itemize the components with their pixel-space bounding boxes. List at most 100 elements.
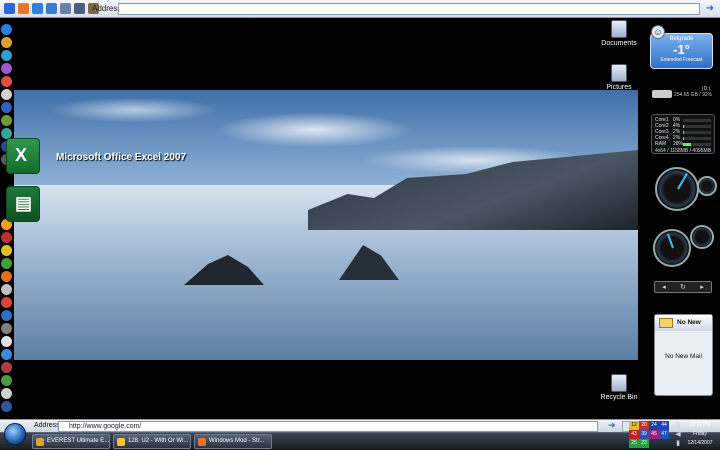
cpu-row: RAM 28% [655, 141, 711, 147]
cpu-row-meter [683, 142, 711, 146]
taskbar-button-label: EVEREST Ultimate E... [47, 438, 110, 444]
dock-app-icon[interactable] [1, 271, 12, 282]
drive-gadget[interactable]: (D:) 254.65 GB / 92% [650, 86, 714, 102]
cpu-row-meter [683, 136, 711, 140]
next-icon[interactable]: ▸ [700, 283, 704, 291]
dock-app-icon[interactable] [1, 245, 12, 256]
tray-cell: 39 [639, 430, 649, 439]
window-icon[interactable] [74, 3, 85, 14]
dock-app-icon[interactable] [1, 102, 12, 113]
cpu-row-meter [683, 130, 711, 134]
refresh-icon[interactable]: ↻ [680, 283, 686, 291]
desktop-icon-label: Pictures [606, 84, 632, 91]
desktop-icon-pictures[interactable]: Pictures [597, 64, 641, 91]
documents-icon [611, 20, 627, 38]
weather-face-icon: ☺ [651, 25, 665, 39]
excel-icon: X [15, 145, 28, 165]
dock-app-icon[interactable] [1, 115, 12, 126]
tray-cell: 43 [629, 430, 639, 439]
go-arrow-icon[interactable]: ➜ [608, 420, 616, 431]
system-clock[interactable]: 12:11 PM Friday 12/14/2007 [682, 421, 718, 449]
dock-app-icon[interactable] [1, 388, 12, 399]
mail-header-text: No New [677, 319, 701, 326]
dock-app-icon[interactable] [1, 297, 12, 308]
excel-tile[interactable]: X [6, 138, 40, 174]
weather-forecast-link[interactable]: Extended Forecast [651, 57, 712, 63]
small-gauge [690, 225, 714, 249]
tray-monitor-grid: 12 20 24 44 43 39 45 47 25 23 [629, 421, 669, 449]
mail-icon[interactable] [60, 3, 71, 14]
drive-info: 254.65 GB / 92% [674, 92, 713, 98]
cpu-meter-gadget[interactable]: Core1 0% Core2 4% Core3 2% Core4 2% RAM 28% 4x64 … [651, 114, 715, 154]
tray-cell: 23 [639, 439, 649, 448]
recycle-bin-icon [611, 374, 627, 392]
tray-cell: 25 [629, 439, 639, 448]
spreadsheet-icon: ▤ [15, 193, 33, 213]
excel-tooltip-label: Microsoft Office Excel 2007 [56, 152, 187, 163]
desktop-icon-recycle-bin[interactable]: Recycle Bin [597, 374, 641, 401]
dock-app-icon[interactable] [1, 63, 12, 74]
everest-icon [36, 438, 44, 446]
dock-app-icon[interactable] [1, 89, 12, 100]
tray-cell: 47 [659, 430, 669, 439]
desktop-icon-label: Documents [601, 40, 637, 47]
desktop-icon-documents[interactable]: Documents [597, 20, 641, 47]
cpu-row-fill [683, 142, 691, 146]
taskbar-button-label: Windows Mod - Str... [209, 438, 265, 444]
dock-ie-icon[interactable] [1, 24, 12, 35]
firefox-icon [198, 438, 206, 446]
dock-app-icon[interactable] [1, 284, 12, 295]
dock-app-icon[interactable] [1, 375, 12, 386]
ram-gauge [653, 229, 691, 267]
globe-icon[interactable] [46, 3, 57, 14]
previous-icon[interactable]: ◂ [662, 283, 666, 291]
clock-day: Friday [693, 431, 707, 437]
wallpaper [14, 90, 638, 360]
tray-cell: 45 [649, 430, 659, 439]
taskbar-button-everest[interactable]: EVEREST Ultimate E... [32, 434, 110, 449]
gauge-needle [677, 172, 688, 190]
mail-gadget[interactable]: No New No New Mail [654, 314, 713, 396]
small-gauge [697, 176, 717, 196]
firefox-icon[interactable] [18, 3, 29, 14]
mail-status: No New Mail [665, 353, 702, 360]
go-arrow-icon[interactable]: ➜ [704, 3, 716, 15]
dock-app-icon[interactable] [1, 362, 12, 373]
bottom-address-toolbar: Address http://www.google.com/ ➜ [0, 419, 720, 432]
gauge-needle [666, 233, 674, 249]
ie-icon[interactable] [4, 3, 15, 14]
desktop-icon-label: Recycle Bin [600, 394, 638, 401]
cpu-row-name: RAM [655, 141, 667, 147]
dock-app-icon[interactable] [1, 76, 12, 87]
dock-app-icon[interactable] [1, 310, 12, 321]
taskbar-button-browser[interactable]: Windows Mod - Str... [194, 434, 272, 449]
dock-app-icon[interactable] [1, 50, 12, 61]
cpu-row-fill [683, 136, 684, 140]
clock-time: 12:11 PM [689, 422, 711, 428]
bottom-address-input[interactable]: http://www.google.com/ [58, 421, 598, 432]
top-address-input[interactable] [118, 3, 700, 15]
media-player-icon [117, 438, 125, 446]
cpu-row-fill [683, 124, 685, 128]
bottom-address-label: Address [34, 422, 60, 429]
start-button[interactable] [4, 423, 26, 445]
tray-cell: 44 [659, 421, 669, 430]
dock-app-icon[interactable] [1, 232, 12, 243]
hard-drive-icon [652, 90, 672, 98]
taskbar-button-label: 128. U2 - With Or Wi... [128, 438, 189, 444]
browser-icon[interactable] [32, 3, 43, 14]
excel-sheet-tile[interactable]: ▤ [6, 186, 40, 222]
cpu-row-meter [683, 124, 711, 128]
dock-app-icon[interactable] [1, 37, 12, 48]
dock-app-icon[interactable] [1, 258, 12, 269]
cpu-row-meter [683, 118, 711, 122]
top-address-toolbar: Address ➜ [0, 0, 720, 18]
dock-app-icon[interactable] [1, 336, 12, 347]
cpu-row-value: 28% [673, 141, 684, 147]
dock-app-icon[interactable] [1, 349, 12, 360]
clock-date: 12/14/2007 [687, 440, 713, 446]
top-address-label: Address [92, 4, 122, 13]
dock-app-icon[interactable] [1, 323, 12, 334]
taskbar-button-media[interactable]: 128. U2 - With Or Wi... [113, 434, 191, 449]
dock-app-icon[interactable] [1, 401, 12, 412]
